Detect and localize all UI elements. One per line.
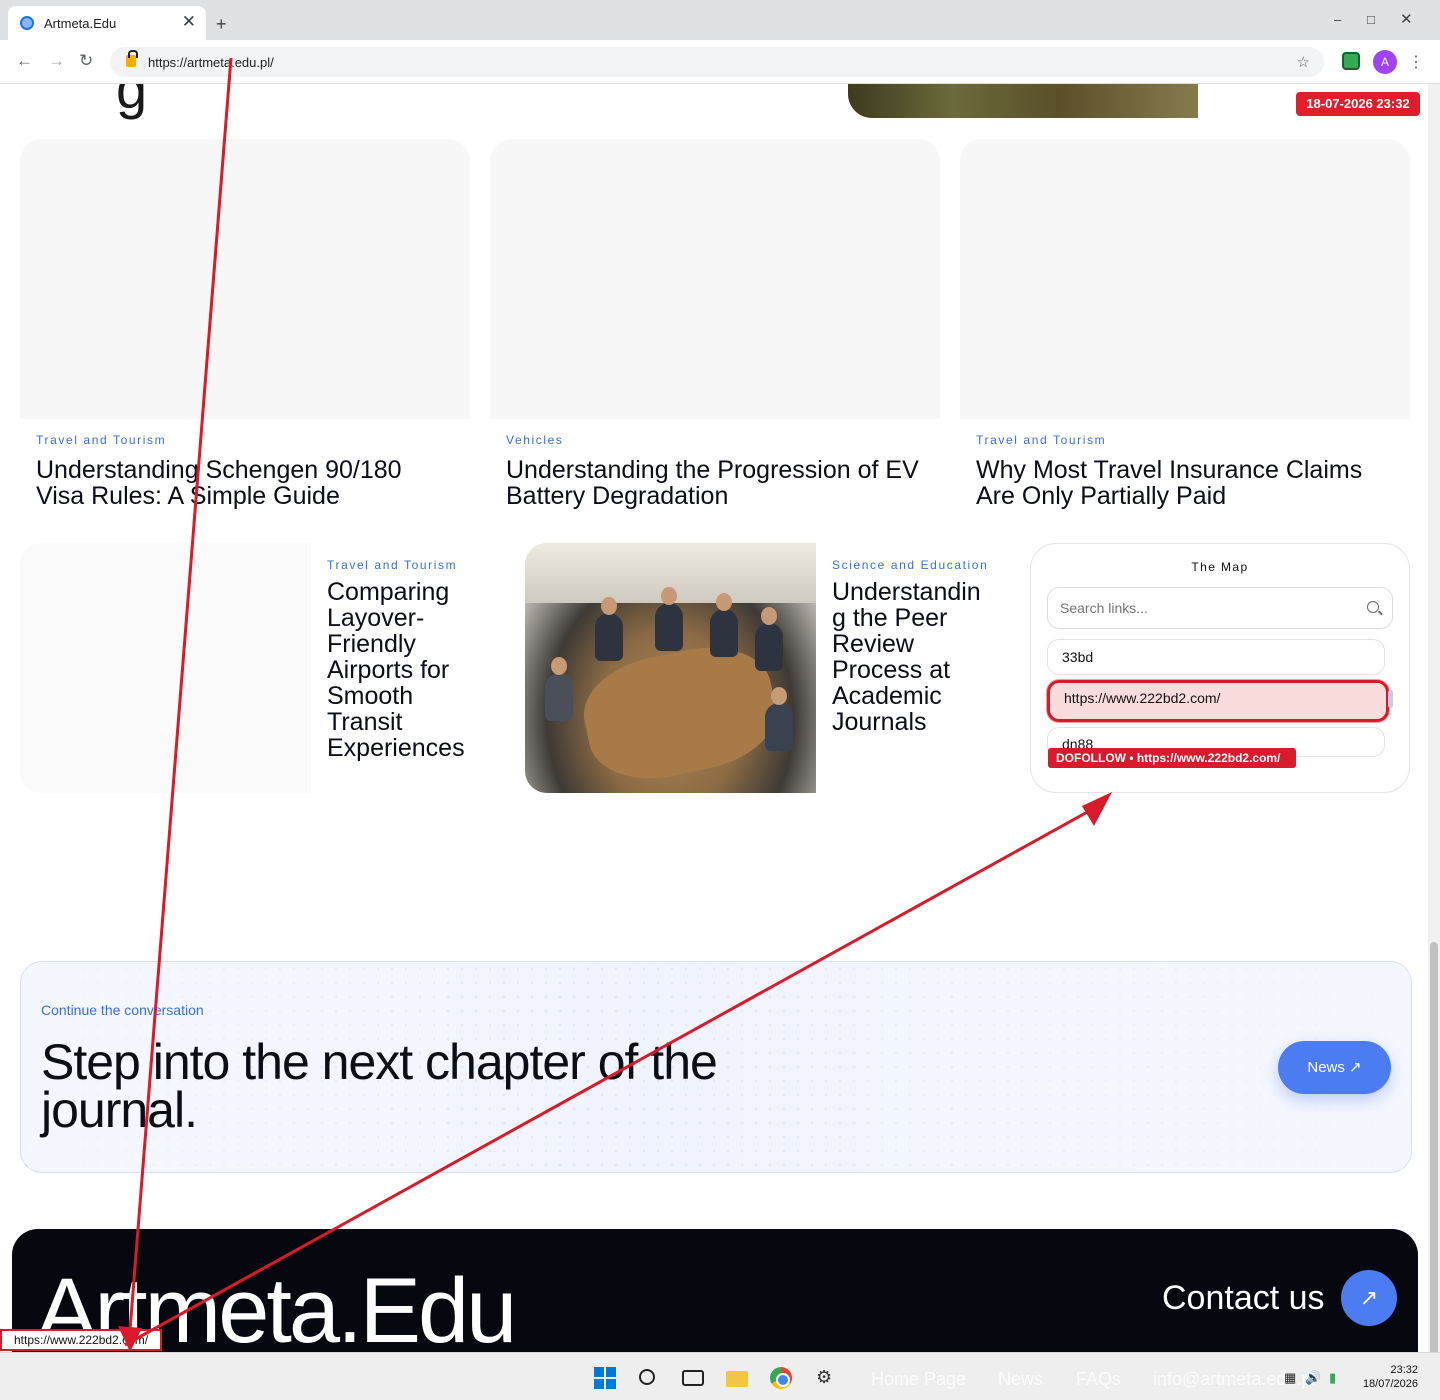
article-title[interactable]: Understanding the Progression of EV Batt… [506,457,924,509]
article-card[interactable]: Travel and Tourism Comparing Layover-Fri… [20,543,505,793]
article-title[interactable]: Understandin g the Peer Review Process a… [832,579,994,735]
back-icon[interactable]: ← [16,51,33,71]
ghost-nav-link: News [998,1369,1044,1389]
profile-avatar[interactable]: A [1373,50,1397,74]
dofollow-badge: DOFOLLOW • https://www.222bd2.com/ [1048,748,1296,768]
image-placeholder [960,139,1410,419]
article-image [848,84,1198,118]
article-category[interactable]: Science and Education [832,559,994,571]
extension-icon[interactable] [1342,52,1360,70]
address-bar[interactable]: https://artmeta.edu.pl/ ☆ [110,47,1324,77]
lock-icon [126,50,138,67]
windows-start-icon[interactable] [594,1367,616,1389]
tab-title: Artmeta.Edu [44,16,117,31]
task-view-icon[interactable] [682,1370,704,1386]
article-category[interactable]: Travel and Tourism [36,433,454,447]
ghost-nav-link: FAQs [1076,1369,1122,1389]
taskbar: ⚙ Home Page News FAQs info@artmeta.edu.p… [0,1352,1440,1400]
tab-bar: Artmeta.Edu ✕ + – □ ✕ [0,0,1440,40]
link-status-url: https://www.222bd2.com/ [0,1329,163,1351]
article-card[interactable]: Travel and Tourism Why Most Travel Insur… [960,139,1410,522]
datetime-badge: 18-07-2026 23:32 [1296,92,1420,116]
image-placeholder [20,139,470,419]
close-icon[interactable]: ✕ [182,12,196,32]
search-icon[interactable] [639,1369,655,1385]
network-icon[interactable]: ▦ [1284,1370,1296,1386]
volume-icon[interactable]: 🔊 [1305,1370,1321,1386]
system-clock[interactable]: 23:32 18/07/2026 [1356,1363,1418,1391]
clock-date: 18/07/2026 [1362,1378,1418,1390]
globe-icon [20,16,34,30]
cta-eyebrow: Continue the conversation [41,1002,204,1018]
meeting-photo[interactable] [525,543,816,793]
footer: Artmeta.Edu Contact us ↗ [12,1229,1418,1362]
map-link-item[interactable]: 33bd [1047,639,1385,675]
article-category[interactable]: Vehicles [506,433,924,447]
folder-icon[interactable] [726,1371,748,1387]
page-scrollbar-thumb[interactable] [1430,942,1438,1362]
url-text: https://artmeta.edu.pl/ [148,55,274,70]
search-icon[interactable] [1367,601,1379,613]
news-button[interactable]: News ↗ [1278,1041,1391,1094]
image-placeholder [490,139,940,419]
map-search-input[interactable] [1047,587,1393,629]
contact-arrow-button[interactable]: ↗ [1341,1270,1397,1326]
arrow-up-right-icon: ↗ [1349,1059,1362,1076]
article-card[interactable]: Science and Education Understandin g the… [525,543,1010,793]
window-close-icon[interactable]: ✕ [1400,10,1413,28]
browser-tab[interactable]: Artmeta.Edu ✕ [8,6,206,40]
article-title[interactable]: Understanding Schengen 90/180 Visa Rules… [36,457,454,509]
reload-icon[interactable]: ↻ [79,51,93,71]
clock-time: 23:32 [1390,1364,1418,1376]
bookmark-star-icon[interactable]: ☆ [1297,53,1310,71]
battery-icon[interactable]: ▮ [1329,1370,1336,1386]
map-title: The Map [1191,560,1249,574]
settings-gear-icon[interactable]: ⚙ [816,1367,838,1389]
ghost-nav-link: Home Page [871,1369,967,1389]
article-card[interactable]: Vehicles Understanding the Progression o… [490,139,940,522]
article-title[interactable]: Comparing Layover-Friendly Airports for … [327,579,489,761]
new-tab-icon[interactable]: + [216,14,227,35]
article-category[interactable]: Travel and Tourism [976,433,1394,447]
chrome-icon[interactable] [770,1367,792,1389]
cta-banner: Continue the conversation Step into the … [20,961,1412,1173]
cta-heading: Step into the next chapter of the journa… [41,1034,718,1138]
forward-icon[interactable]: → [48,51,65,71]
contact-us-link[interactable]: Contact us [1162,1279,1325,1318]
more-menu-icon[interactable]: ⋮ [1408,52,1424,72]
map-link-item-highlighted[interactable]: https://www.222bd2.com/ [1047,680,1389,722]
heading-fragment: g [116,84,148,120]
article-card[interactable]: Travel and Tourism Understanding Schenge… [20,139,470,522]
news-button-label: News [1307,1059,1345,1076]
maximize-icon[interactable]: □ [1367,12,1375,27]
article-title[interactable]: Why Most Travel Insurance Claims Are Onl… [976,457,1394,509]
browser-toolbar: ← → ↻ https://artmeta.edu.pl/ ☆ A ⋮ [0,40,1440,84]
minimize-icon[interactable]: – [1334,12,1341,27]
map-scrollbar[interactable] [1388,690,1393,708]
article-category[interactable]: Travel and Tourism [327,559,489,571]
